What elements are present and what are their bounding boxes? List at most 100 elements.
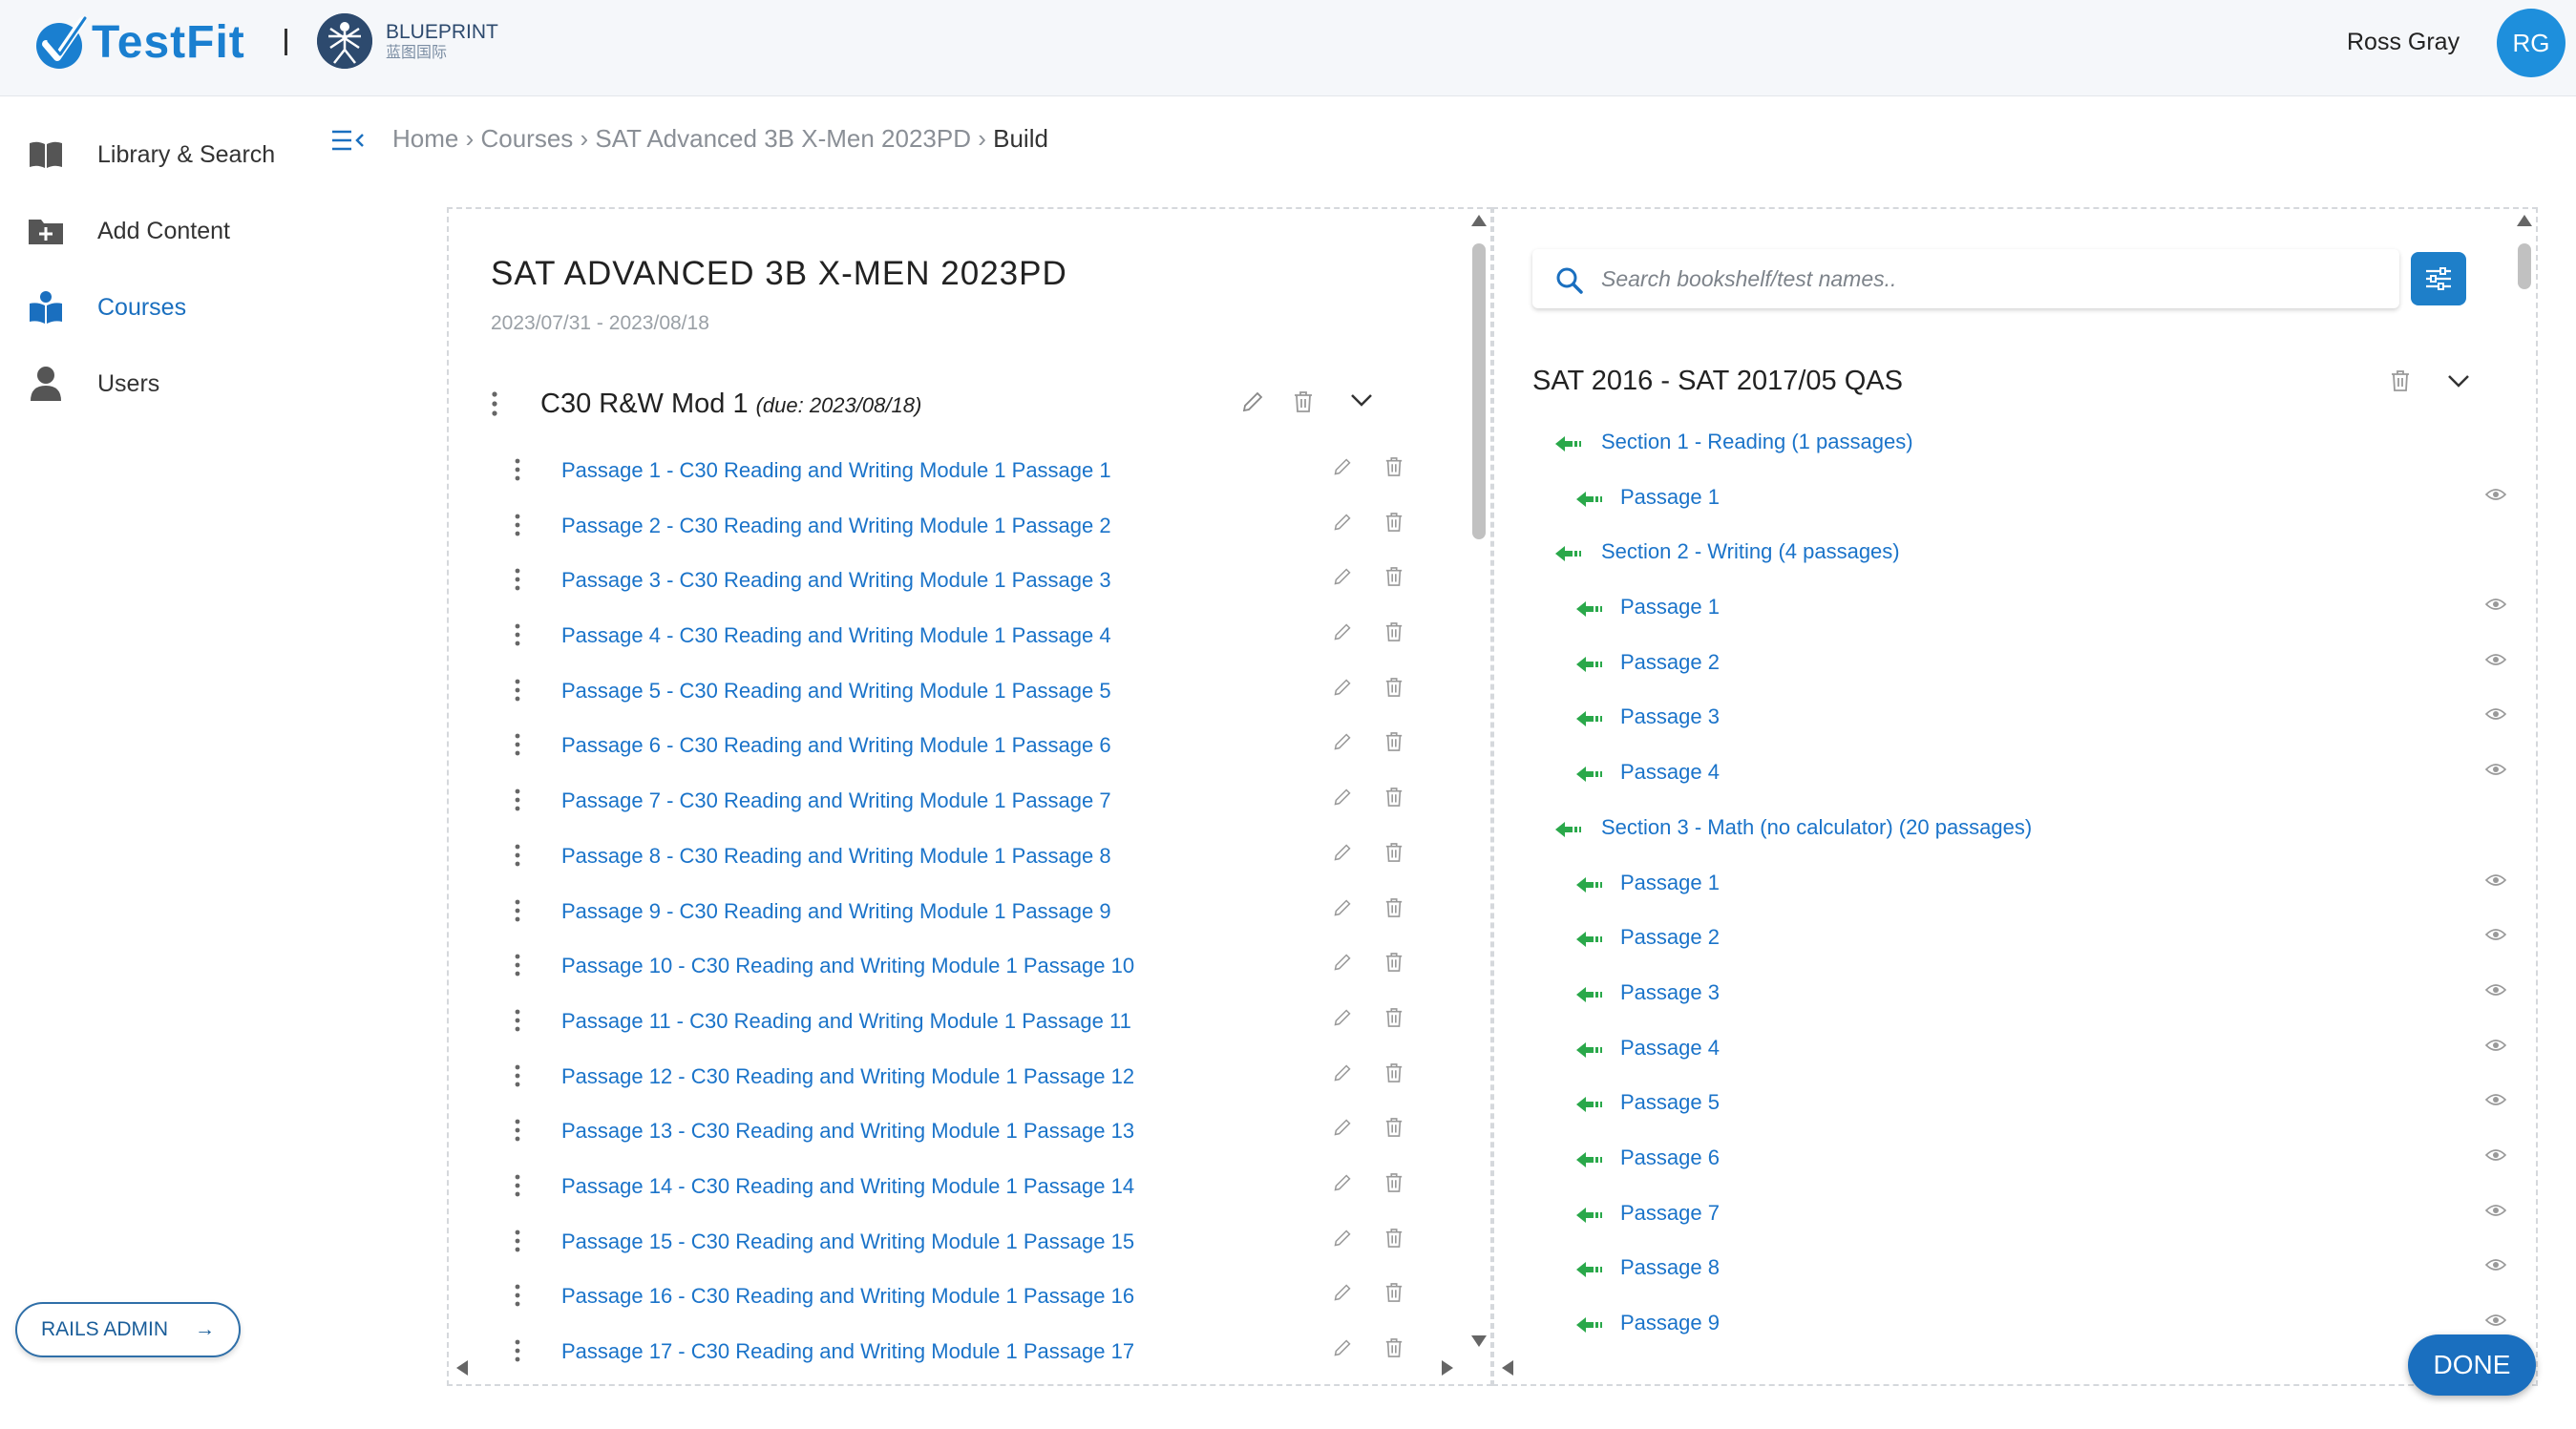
- eye-icon[interactable]: [2485, 763, 2506, 776]
- passage-link[interactable]: Passage 3 - C30 Reading and Writing Modu…: [561, 568, 1111, 593]
- tree-item-label[interactable]: Section 2 - Writing (4 passages): [1601, 539, 1900, 564]
- tree-item-label[interactable]: Passage 1: [1620, 485, 1720, 510]
- trash-icon[interactable]: [1384, 621, 1404, 642]
- passage-row[interactable]: Passage 15 - C30 Reading and Writing Mod…: [514, 1213, 1421, 1269]
- drag-handle-icon[interactable]: [514, 1063, 521, 1088]
- eye-icon[interactable]: [2485, 873, 2506, 887]
- add-to-course-arrow-icon[interactable]: [1576, 1207, 1603, 1223]
- add-to-course-arrow-icon[interactable]: [1576, 1041, 1603, 1058]
- drag-handle-icon[interactable]: [514, 622, 521, 647]
- add-to-course-arrow-icon[interactable]: [1576, 1317, 1603, 1333]
- drag-handle-icon[interactable]: [514, 1338, 521, 1363]
- passage-row[interactable]: Passage 11 - C30 Reading and Writing Mod…: [514, 993, 1421, 1048]
- tree-item-label[interactable]: Passage 6: [1620, 1145, 1720, 1170]
- tree-passage-row[interactable]: Passage 6: [1555, 1131, 2506, 1187]
- rails-admin-button[interactable]: RAILS ADMIN →: [15, 1302, 241, 1357]
- avatar[interactable]: RG: [2497, 9, 2565, 77]
- scroll-thumb[interactable]: [2518, 243, 2531, 289]
- tree-section-row[interactable]: Section 2 - Writing (4 passages): [1555, 525, 2491, 580]
- pencil-icon[interactable]: [1333, 457, 1352, 476]
- add-to-course-arrow-icon[interactable]: [1576, 986, 1603, 1002]
- eye-icon[interactable]: [2485, 488, 2506, 501]
- pencil-icon[interactable]: [1333, 513, 1352, 532]
- drag-handle-icon[interactable]: [514, 953, 521, 977]
- trash-icon[interactable]: [2390, 369, 2411, 392]
- passage-row[interactable]: Passage 14 - C30 Reading and Writing Mod…: [514, 1158, 1421, 1213]
- eye-icon[interactable]: [2485, 1148, 2506, 1162]
- passage-row[interactable]: Passage 4 - C30 Reading and Writing Modu…: [514, 607, 1421, 662]
- pencil-icon[interactable]: [1333, 567, 1352, 586]
- scroll-down-arrow-icon[interactable]: [1471, 1335, 1487, 1347]
- user-name[interactable]: Ross Gray: [2347, 29, 2460, 56]
- tree-item-label[interactable]: Passage 9: [1620, 1311, 1720, 1335]
- tree-item-label[interactable]: Passage 2: [1620, 925, 1720, 950]
- collapse-menu-icon[interactable]: [330, 126, 365, 155]
- pencil-icon[interactable]: [1333, 678, 1352, 697]
- trash-icon[interactable]: [1384, 897, 1404, 918]
- tree-passage-row[interactable]: Passage 2: [1555, 636, 2506, 691]
- passage-row[interactable]: Passage 7 - C30 Reading and Writing Modu…: [514, 772, 1421, 828]
- add-to-course-arrow-icon[interactable]: [1555, 436, 1582, 452]
- add-to-course-arrow-icon[interactable]: [1576, 767, 1603, 783]
- passage-link[interactable]: Passage 17 - C30 Reading and Writing Mod…: [561, 1339, 1134, 1364]
- passage-row[interactable]: Passage 6 - C30 Reading and Writing Modu…: [514, 717, 1421, 772]
- add-to-course-arrow-icon[interactable]: [1576, 932, 1603, 948]
- trash-icon[interactable]: [1384, 1062, 1404, 1083]
- drag-handle-icon[interactable]: [514, 1118, 521, 1143]
- drag-handle-icon[interactable]: [514, 898, 521, 923]
- passage-link[interactable]: Passage 2 - C30 Reading and Writing Modu…: [561, 514, 1111, 538]
- tree-passage-row[interactable]: Passage 7: [1555, 1187, 2506, 1242]
- tree-passage-row[interactable]: Passage 2: [1555, 911, 2506, 966]
- trash-icon[interactable]: [1384, 952, 1404, 973]
- drag-handle-icon[interactable]: [514, 1229, 521, 1253]
- passage-row[interactable]: Passage 10 - C30 Reading and Writing Mod…: [514, 937, 1421, 993]
- tree-item-label[interactable]: Section 1 - Reading (1 passages): [1601, 430, 1913, 454]
- drag-handle-icon[interactable]: [514, 1008, 521, 1033]
- passage-link[interactable]: Passage 9 - C30 Reading and Writing Modu…: [561, 899, 1111, 924]
- passage-link[interactable]: Passage 10 - C30 Reading and Writing Mod…: [561, 954, 1134, 978]
- chevron-down-icon[interactable]: [1350, 392, 1373, 408]
- passage-row[interactable]: Passage 1 - C30 Reading and Writing Modu…: [514, 442, 1421, 497]
- passage-link[interactable]: Passage 1 - C30 Reading and Writing Modu…: [561, 458, 1111, 483]
- add-to-course-arrow-icon[interactable]: [1576, 876, 1603, 893]
- search-input[interactable]: [1601, 257, 2384, 301]
- tree-section-row[interactable]: Section 1 - Reading (1 passages): [1555, 415, 2491, 471]
- scroll-thumb[interactable]: [1472, 243, 1486, 539]
- passage-link[interactable]: Passage 15 - C30 Reading and Writing Mod…: [561, 1229, 1134, 1254]
- tree-item-label[interactable]: Passage 1: [1620, 595, 1720, 620]
- add-to-course-arrow-icon[interactable]: [1576, 601, 1603, 618]
- drag-handle-icon[interactable]: [514, 843, 521, 868]
- scroll-left-arrow-icon[interactable]: [1502, 1360, 1513, 1376]
- passage-link[interactable]: Passage 13 - C30 Reading and Writing Mod…: [561, 1119, 1134, 1144]
- passage-row[interactable]: Passage 17 - C30 Reading and Writing Mod…: [514, 1323, 1421, 1378]
- pencil-icon[interactable]: [1333, 1008, 1352, 1027]
- eye-icon[interactable]: [2485, 707, 2506, 721]
- add-to-course-arrow-icon[interactable]: [1576, 1151, 1603, 1167]
- passage-link[interactable]: Passage 12 - C30 Reading and Writing Mod…: [561, 1064, 1134, 1089]
- trash-icon[interactable]: [1384, 512, 1404, 533]
- eye-icon[interactable]: [2485, 928, 2506, 941]
- drag-handle-icon[interactable]: [514, 788, 521, 812]
- tree-item-label[interactable]: Passage 8: [1620, 1255, 1720, 1280]
- tree-passage-row[interactable]: Passage 9: [1555, 1296, 2506, 1352]
- passage-link[interactable]: Passage 16 - C30 Reading and Writing Mod…: [561, 1284, 1134, 1309]
- eye-icon[interactable]: [2485, 598, 2506, 611]
- tree-item-label[interactable]: Passage 2: [1620, 650, 1720, 675]
- tree-item-label[interactable]: Passage 4: [1620, 760, 1720, 785]
- passage-link[interactable]: Passage 11 - C30 Reading and Writing Mod…: [561, 1009, 1131, 1034]
- passage-row[interactable]: Passage 2 - C30 Reading and Writing Modu…: [514, 497, 1421, 553]
- pencil-icon[interactable]: [1333, 1118, 1352, 1137]
- eye-icon[interactable]: [2485, 1204, 2506, 1217]
- add-to-course-arrow-icon[interactable]: [1576, 711, 1603, 727]
- trash-icon[interactable]: [1384, 1117, 1404, 1138]
- done-button[interactable]: DONE: [2408, 1334, 2536, 1396]
- passage-row[interactable]: Passage 5 - C30 Reading and Writing Modu…: [514, 662, 1421, 718]
- sidebar-item-users[interactable]: Users: [27, 365, 159, 403]
- add-to-course-arrow-icon[interactable]: [1576, 1097, 1603, 1113]
- passage-link[interactable]: Passage 6 - C30 Reading and Writing Modu…: [561, 733, 1111, 758]
- tree-passage-row[interactable]: Passage 4: [1555, 1021, 2506, 1077]
- tree-item-label[interactable]: Passage 5: [1620, 1090, 1720, 1115]
- tree-item-label[interactable]: Section 3 - Math (no calculator) (20 pas…: [1601, 815, 2032, 840]
- pencil-icon[interactable]: [1333, 843, 1352, 862]
- trash-icon[interactable]: [1384, 842, 1404, 863]
